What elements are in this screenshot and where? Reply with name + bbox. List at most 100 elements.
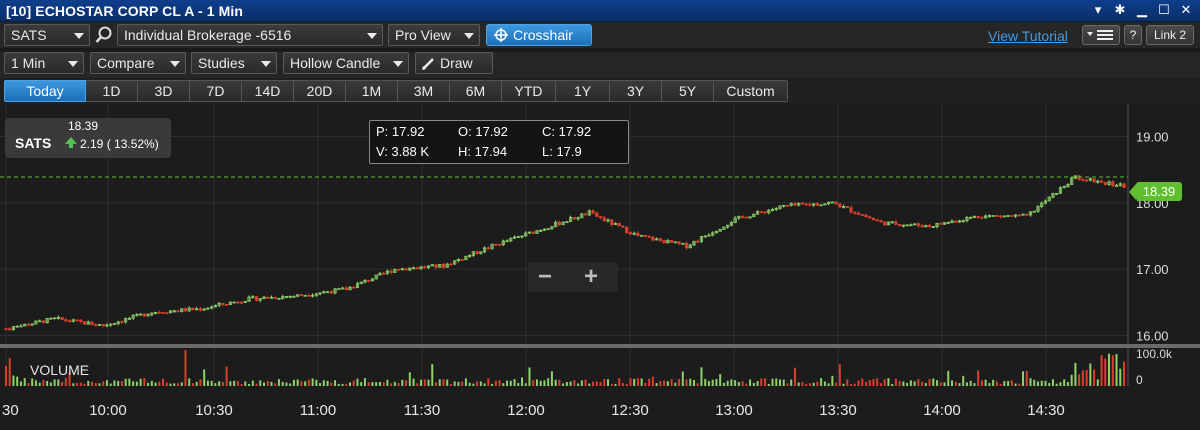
volume-bar — [248, 383, 251, 386]
candle-body — [64, 319, 68, 322]
volume-bar — [1096, 379, 1099, 386]
draw-button[interactable]: Draw — [415, 52, 493, 74]
menu-button[interactable] — [1082, 25, 1120, 45]
zoom-in-button[interactable]: + — [584, 263, 598, 291]
range-ytd-button[interactable]: YTD — [502, 80, 556, 102]
volume-bar — [397, 382, 400, 386]
volume-label: VOLUME — [30, 362, 89, 378]
candle-body — [669, 240, 674, 243]
minimize-icon[interactable]: ▁ — [1134, 2, 1150, 18]
volume-bar — [752, 382, 755, 386]
volume-bar — [206, 380, 209, 386]
symbol-value: SATS — [11, 27, 47, 43]
view-select[interactable]: Pro View — [388, 24, 480, 46]
volume-bar — [420, 379, 423, 386]
dropdown-icon[interactable]: ▾ — [1090, 2, 1106, 18]
studies-select[interactable]: Studies — [191, 52, 277, 74]
symbol-select[interactable]: SATS — [4, 24, 90, 46]
volume-bar — [352, 380, 355, 386]
candle-body — [225, 304, 229, 306]
range-5y-button[interactable]: 5Y — [662, 80, 714, 102]
volume-bar — [775, 378, 778, 386]
candle-body — [1017, 214, 1021, 217]
volume-bar — [865, 381, 867, 386]
gear-icon[interactable]: ✱ — [1112, 2, 1128, 18]
account-value: Individual Brokerage -6516 — [124, 27, 292, 43]
volume-bar — [468, 382, 471, 386]
candle-body — [352, 286, 356, 289]
volume-bar — [150, 380, 153, 386]
candle-body — [90, 321, 94, 326]
candle-body — [939, 222, 943, 225]
volume-bar — [345, 383, 348, 386]
candle-body — [976, 215, 980, 218]
search-icon[interactable] — [95, 25, 113, 45]
account-select[interactable]: Individual Brokerage -6516 — [117, 24, 383, 46]
close-icon[interactable]: ✕ — [1178, 2, 1194, 18]
candle-body — [643, 234, 647, 237]
volume-bar — [266, 381, 269, 386]
compare-select[interactable]: Compare — [90, 52, 186, 74]
volume-bar — [816, 381, 819, 386]
candle-body — [927, 224, 932, 227]
volume-bar — [580, 380, 583, 386]
range-3d-button[interactable]: 3D — [138, 80, 190, 102]
range-3m-button[interactable]: 3M — [398, 80, 450, 102]
help-button[interactable]: ? — [1124, 25, 1142, 45]
volume-bar — [386, 379, 389, 386]
volume-bar — [629, 378, 632, 386]
volume-bar — [221, 381, 224, 386]
volume-bar — [251, 380, 254, 386]
volume-bar — [147, 382, 150, 386]
range-6m-button[interactable]: 6M — [450, 80, 502, 102]
volume-bar — [876, 378, 879, 386]
range-custom-button[interactable]: Custom — [714, 80, 788, 102]
volume-bar — [5, 365, 7, 386]
volume-bar — [711, 379, 714, 386]
volume-bar — [53, 379, 56, 386]
volume-bar — [438, 379, 441, 386]
crosshair-button[interactable]: Crosshair — [486, 24, 592, 46]
volume-bar — [46, 381, 49, 386]
volume-bar — [786, 383, 789, 386]
volume-bar — [240, 383, 243, 386]
interval-select[interactable]: 1 Min — [4, 52, 84, 74]
volume-bar — [1074, 362, 1077, 386]
volume-bar — [524, 383, 527, 386]
volume-bar — [319, 382, 322, 386]
volume-bar — [737, 382, 740, 386]
volume-bar — [169, 383, 172, 386]
range-20d-button[interactable]: 20D — [294, 80, 346, 102]
candle-body — [920, 225, 924, 228]
candle-body — [954, 220, 958, 223]
range-selector: Today 1D 3D 7D 14D 20D 1M 3M 6M YTD 1Y 3Y 5Y Custom — [4, 80, 788, 102]
range-1d-button[interactable]: 1D — [86, 80, 138, 102]
volume-bar — [154, 382, 157, 386]
candle-body — [299, 294, 303, 297]
range-14d-button[interactable]: 14D — [242, 80, 294, 102]
range-1y-button[interactable]: 1Y — [556, 80, 610, 102]
candle-body — [161, 312, 165, 314]
volume-bar — [1010, 380, 1013, 386]
volume-bar — [472, 383, 475, 386]
range-7d-button[interactable]: 7D — [190, 80, 242, 102]
chevron-down-icon — [74, 33, 84, 39]
candle-body — [94, 324, 98, 327]
range-today-button[interactable]: Today — [4, 80, 86, 102]
volume-bar — [924, 383, 927, 386]
view-tutorial-link[interactable]: View Tutorial — [988, 28, 1068, 44]
x-tick-label: 30 — [2, 402, 19, 419]
range-1m-button[interactable]: 1M — [346, 80, 398, 102]
volume-bar — [64, 377, 67, 386]
candle-body — [860, 214, 864, 217]
volume-bar — [779, 379, 781, 386]
range-3y-button[interactable]: 3Y — [610, 80, 662, 102]
zoom-out-button[interactable]: − — [538, 263, 552, 291]
volume-bar — [162, 378, 165, 386]
volume-bar — [132, 381, 135, 386]
candle-body — [1077, 175, 1081, 180]
link-button[interactable]: Link 2 — [1146, 25, 1194, 45]
candle-body — [112, 323, 117, 326]
maximize-icon[interactable]: ☐ — [1156, 2, 1172, 18]
chart-type-select[interactable]: Hollow Candle — [283, 52, 409, 74]
